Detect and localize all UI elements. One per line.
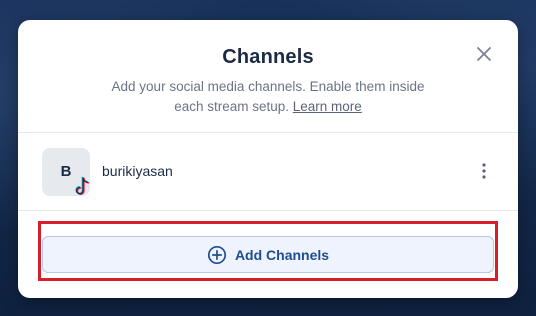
plus-circle-icon: [207, 245, 226, 264]
channel-row: B burikiyasan: [18, 133, 518, 210]
add-channels-button[interactable]: Add Channels: [42, 236, 494, 273]
list-divider: [18, 210, 518, 211]
add-channels-label: Add Channels: [234, 246, 330, 263]
add-channels-button-content: Add Channels: [43, 237, 493, 272]
avatar: B: [42, 148, 90, 196]
channels-modal: Channels Add your social media channels.…: [18, 20, 518, 298]
modal-title: Channels: [222, 46, 314, 68]
modal-subtitle-text: Add your social media channels. Enable t…: [111, 79, 425, 114]
modal-subtitle: Add your social media channels. Enable t…: [108, 77, 428, 117]
close-button[interactable]: [474, 44, 494, 64]
more-vertical-icon: [482, 163, 486, 179]
channel-name: burikiyasan: [102, 163, 173, 179]
channel-menu-button[interactable]: [476, 161, 492, 181]
tiktok-icon: [74, 176, 90, 196]
modal-header: Channels Add your social media channels.…: [18, 20, 518, 132]
learn-more-link[interactable]: Learn more: [293, 99, 362, 114]
close-icon: [477, 47, 491, 61]
